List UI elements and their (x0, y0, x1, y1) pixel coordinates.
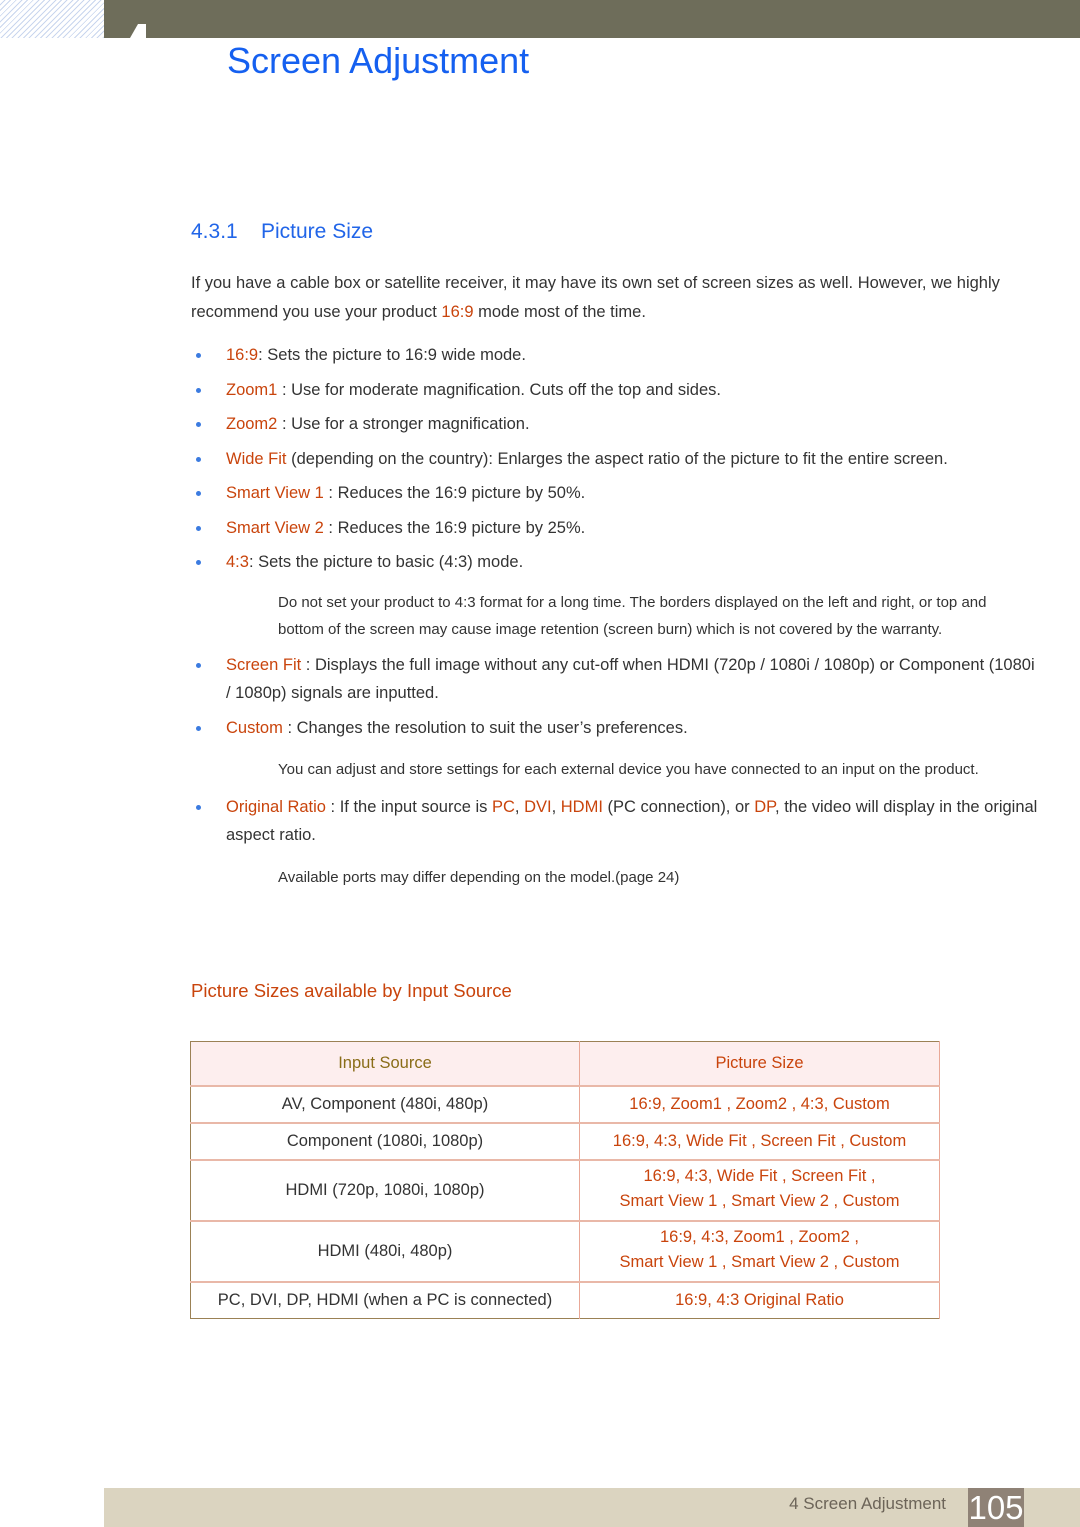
list-item: Smart View 1 : Reduces the 16:9 picture … (191, 479, 1041, 507)
list-item: 4:3: Sets the picture to basic (4:3) mod… (191, 548, 1041, 576)
cell-picture-size: 16:9, 4:3, Wide Fit , Screen Fit , Smart … (579, 1159, 940, 1221)
list-item: Zoom1 : Use for moderate magnification. … (191, 376, 1041, 404)
option-desc: : Displays the full image without any cu… (226, 656, 1035, 702)
cell-input-source: AV, Component (480i, 480p) (190, 1085, 580, 1123)
table-row: AV, Component (480i, 480p) 16:9, Zoom1 ,… (190, 1085, 940, 1123)
option-desc: (PC connection), or (602, 798, 755, 816)
page-number: 105 (968, 1488, 1024, 1527)
note-ports: Available ports may differ depending on … (278, 869, 680, 886)
separator: , (514, 798, 525, 816)
header-input-source: Input Source (190, 1041, 580, 1087)
picture-size-line: 16:9, 4:3, Wide Fit , Screen Fit , Custo… (612, 1132, 907, 1150)
bullet-icon (196, 456, 201, 462)
option-desc: : Use for a stronger magnification. (277, 415, 530, 433)
list-item: Wide Fit (depending on the country): Enl… (191, 445, 1041, 473)
cell-input-source: HDMI (720p, 1080i, 1080p) (190, 1159, 580, 1221)
bullet-icon (196, 353, 201, 358)
list-item: Smart View 2 : Reduces the 16:9 picture … (191, 514, 1041, 542)
option-term: Zoom2 (226, 415, 278, 433)
option-term: Smart View 1 (226, 484, 324, 502)
cell-input-source: HDMI (480i, 480p) (190, 1220, 580, 1282)
option-desc: : Sets the picture to 16:9 wide mode. (258, 346, 526, 364)
bullet-icon (196, 725, 201, 731)
cell-picture-size: 16:9, Zoom1 , Zoom2 , 4:3, Custom (579, 1085, 940, 1123)
bullet-icon (196, 387, 201, 393)
list-item: Custom : Changes the resolution to suit … (191, 714, 1041, 742)
list-item: Zoom2 : Use for a stronger magnification… (191, 410, 1041, 438)
cell-picture-size: 16:9, 4:3, Zoom1 , Zoom2 , Smart View 1 ,… (579, 1220, 940, 1282)
chapter-title: Screen Adjustment (227, 40, 530, 81)
table-title: Picture Sizes available by Input Source (191, 980, 512, 1001)
note-four-three: Do not set your product to 4:3 format fo… (278, 594, 987, 638)
option-desc: : Changes the resolution to suit the use… (282, 718, 688, 737)
picture-size-line: 16:9, Zoom1 , Zoom2 , 4:3, Custom (629, 1095, 890, 1113)
picture-size-line: 16:9, 4:3, Zoom1 , Zoom2 , (659, 1228, 859, 1246)
note-custom: You can adjust and store settings for ea… (278, 760, 979, 778)
picture-sizes-table: Input Source Picture Size AV, Component … (190, 1041, 940, 1319)
bullet-icon (196, 491, 201, 496)
bullet-icon (196, 422, 201, 427)
bullet-icon (196, 805, 201, 810)
chapter-tab-decoration-fill (138, 24, 146, 38)
separator: , (551, 798, 561, 816)
intro-paragraph: If you have a cable box or satellite rec… (191, 269, 1031, 327)
footer-chapter-label: 4 Screen Adjustment (789, 1494, 946, 1513)
section-title: Picture Size (261, 220, 374, 243)
picture-size-line: Smart View 1 , Smart View 2 , Custom (619, 1192, 900, 1210)
option-term: Original Ratio (226, 798, 326, 816)
bullet-icon (196, 525, 201, 531)
cell-input-source: Component (1080i, 1080p) (190, 1122, 580, 1160)
option-term: 4:3 (226, 553, 249, 571)
option-desc: (depending on the country): Enlarges the… (286, 449, 948, 468)
header-hatch-decoration (0, 0, 104, 38)
bullet-icon (196, 663, 201, 668)
option-desc: : Sets the picture to basic (4:3) mode. (248, 553, 524, 571)
intro-text-end: mode most of the time. (473, 303, 646, 321)
source-pc: PC (491, 798, 515, 816)
source-hdmi: HDMI (560, 798, 603, 816)
intro-highlight: 16:9 (441, 303, 474, 321)
option-term: Screen Fit (226, 656, 302, 674)
option-desc: : Use for moderate magnification. Cuts o… (277, 380, 721, 399)
option-term: Wide Fit (226, 449, 287, 468)
option-desc: : Reduces the 16:9 picture by 50%. (323, 484, 586, 502)
option-desc: : Reduces the 16:9 picture by 25%. (323, 518, 586, 537)
bullet-icon (196, 560, 201, 565)
cell-input-source: PC, DVI, DP, HDMI (when a PC is connecte… (190, 1281, 580, 1319)
table-row: HDMI (480i, 480p) 16:9, 4:3, Zoom1 , Zoo… (190, 1220, 940, 1282)
source-dvi: DVI (524, 798, 552, 816)
option-term: Custom (226, 718, 283, 737)
table-row: PC, DVI, DP, HDMI (when a PC is connecte… (190, 1281, 940, 1319)
option-term: 16:9 (226, 346, 259, 364)
source-dp: DP (754, 798, 776, 816)
list-item: Original Ratio : If the input source is … (191, 793, 1041, 849)
picture-size-line: Smart View 1 , Smart View 2 , Custom (619, 1253, 900, 1271)
chapter-tab-decoration (130, 24, 138, 38)
table-row: HDMI (720p, 1080i, 1080p) 16:9, 4:3, Wid… (190, 1159, 940, 1221)
list-item: 16:9: Sets the picture to 16:9 wide mode… (191, 341, 1041, 369)
option-term: Smart View 2 (226, 518, 324, 537)
cell-picture-size: 16:9, 4:3, Wide Fit , Screen Fit , Custo… (579, 1122, 940, 1160)
picture-size-line: 16:9, 4:3 Original Ratio (675, 1291, 844, 1309)
table-header-row: Input Source Picture Size (190, 1041, 940, 1087)
picture-size-options-list: 16:9: Sets the picture to 16:9 wide mode… (191, 341, 1041, 892)
option-term: Zoom1 (226, 380, 278, 399)
list-item: Screen Fit : Displays the full image wit… (191, 651, 1041, 707)
header-bar (104, 0, 1080, 38)
section-number: 4.3.1 (191, 220, 238, 243)
table-row: Component (1080i, 1080p) 16:9, 4:3, Wide… (190, 1122, 940, 1160)
section-heading: 4.3.1 Picture Size (191, 220, 373, 244)
header-picture-size: Picture Size (579, 1041, 940, 1087)
option-desc: : If the input source is (325, 798, 492, 816)
picture-size-line: 16:9, 4:3, Wide Fit , Screen Fit , (643, 1167, 876, 1185)
cell-picture-size: 16:9, 4:3 Original Ratio (579, 1281, 940, 1319)
